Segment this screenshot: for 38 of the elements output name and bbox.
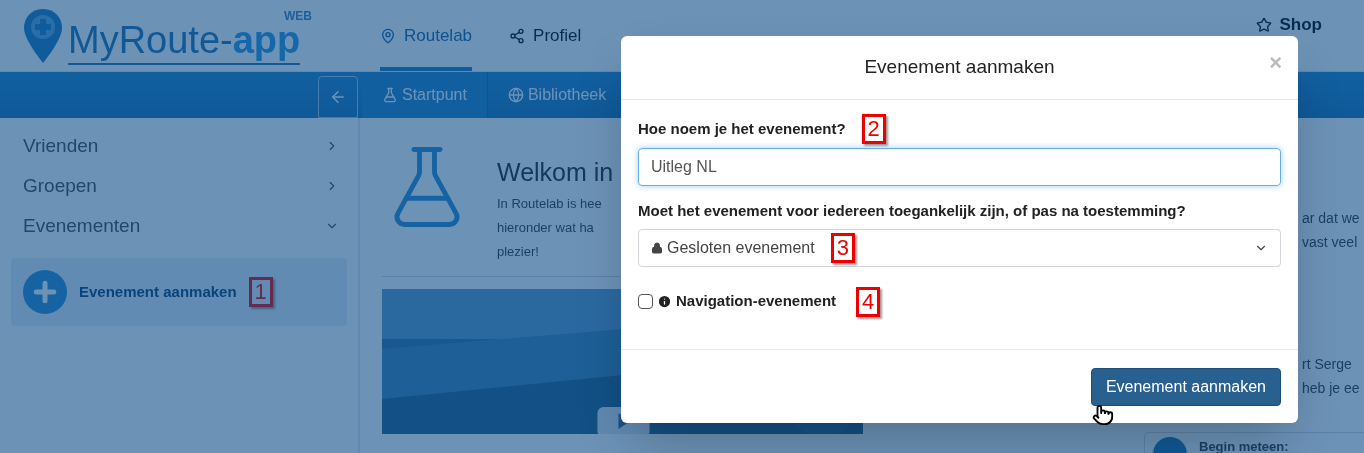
logo[interactable]: MyRoute-app WEB [22, 6, 322, 65]
logo-text: MyRoute-app [68, 20, 301, 65]
body-text: rt Serge [1302, 355, 1353, 374]
intro-text: vast veel [1302, 233, 1359, 252]
map-pin-icon [380, 27, 396, 44]
sidebar-item[interactable]: Groepen [11, 166, 347, 206]
welcome-title: Welkom in [497, 157, 614, 188]
nav-link[interactable]: Profiel [509, 0, 582, 71]
intro-text: plezier! [497, 242, 540, 261]
submit-button[interactable]: Evenement aanmaken [1090, 367, 1281, 406]
share-icon [509, 27, 526, 44]
modal-title: Evenement aanmaken [864, 55, 1055, 80]
info-icon [657, 294, 672, 309]
globe-icon [507, 87, 524, 103]
access-select[interactable]: Gesloten evenement 3 [638, 228, 1281, 267]
name-input[interactable]: Uitleg NL [638, 148, 1281, 186]
lock-icon [651, 241, 663, 254]
sidebar-item[interactable]: Vrienden [11, 126, 347, 166]
map-pin-plus-icon [22, 6, 64, 65]
nav-link[interactable]: Shop [1255, 11, 1322, 38]
annotation-number: 3 [830, 232, 855, 263]
sidebar-item[interactable]: Evenementen [11, 206, 347, 246]
intro-text: In Routelab is hee [497, 194, 603, 213]
checkbox[interactable] [638, 294, 653, 309]
annotation-number: 1 [248, 277, 273, 307]
intro-text: ar dat we [1302, 209, 1360, 228]
annotation-number: 2 [861, 114, 886, 144]
body-text: heb je ee [1302, 379, 1360, 398]
card-title: Begin meteen: [1199, 438, 1289, 453]
close-button[interactable]: × [1269, 52, 1282, 74]
checkbox-label: Navigation-evenement [676, 291, 837, 312]
intro-text: hieronder wat ha [497, 218, 595, 237]
annotation-number: 4 [856, 286, 881, 317]
star-icon [1255, 16, 1272, 33]
create-event-link[interactable]: Evenement aanmaken [79, 280, 237, 304]
field-label: Moet het evenement voor iedereen toegankelijk zijn, of pas na toestemming? [638, 201, 1187, 221]
flask-icon [382, 87, 398, 103]
field-label: Hoe noem je het evenement? [638, 118, 846, 139]
